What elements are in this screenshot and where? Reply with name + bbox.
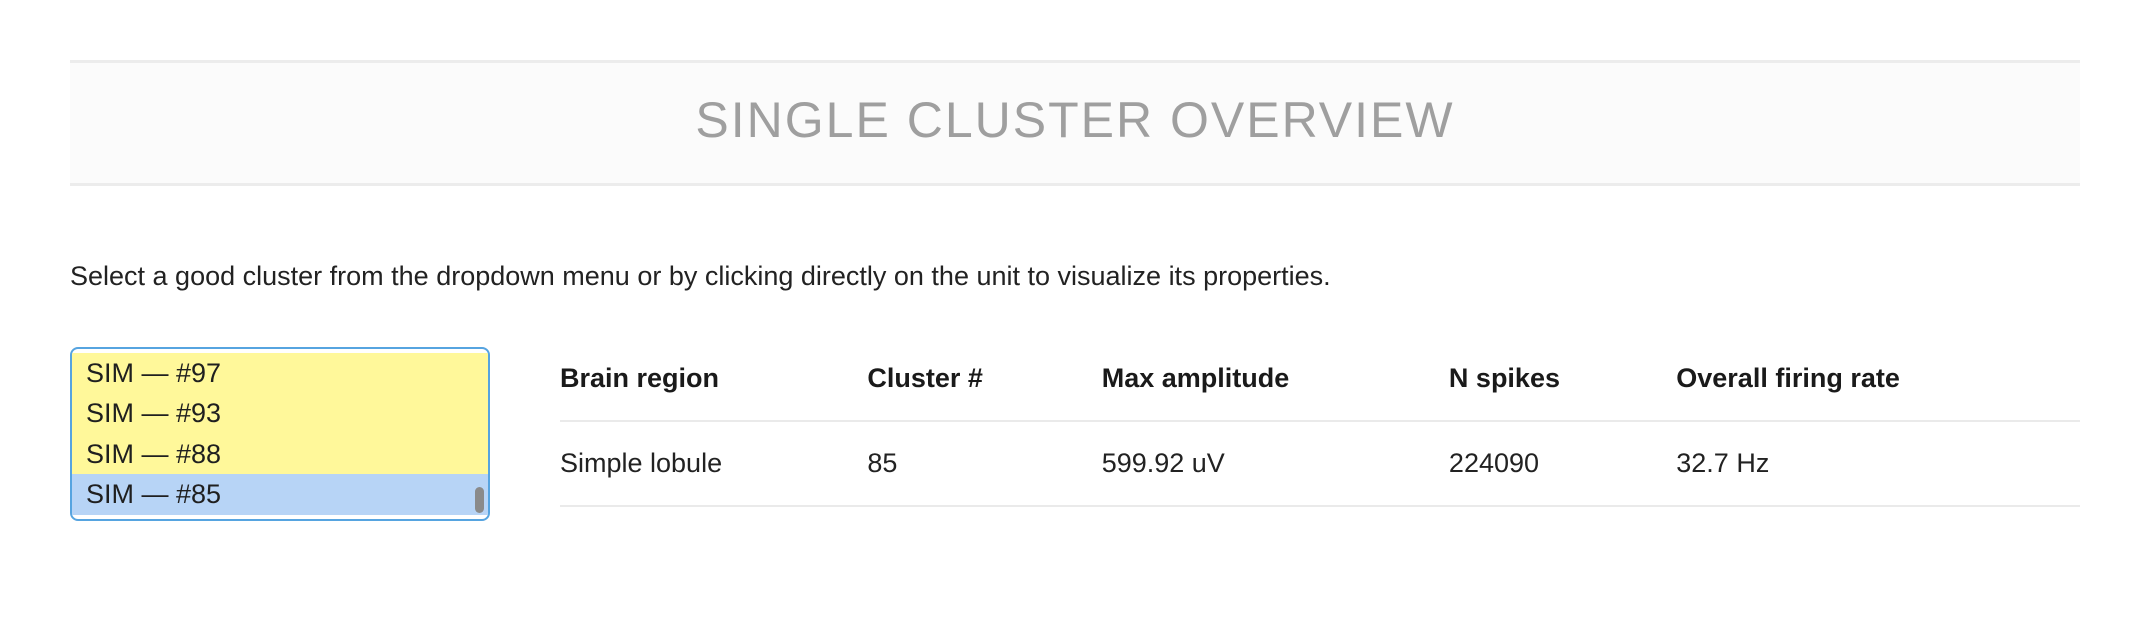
scrollbar-thumb[interactable] bbox=[475, 487, 484, 513]
cell-max-amplitude: 599.92 uV bbox=[1102, 421, 1449, 506]
cell-brain-region: Simple lobule bbox=[560, 421, 867, 506]
col-n-spikes: N spikes bbox=[1449, 347, 1676, 421]
col-max-amplitude: Max amplitude bbox=[1102, 347, 1449, 421]
col-firing-rate: Overall firing rate bbox=[1676, 347, 2080, 421]
col-cluster-num: Cluster # bbox=[867, 347, 1101, 421]
cluster-listbox[interactable]: SIM — #97 SIM — #93 SIM — #88 SIM — #85 bbox=[70, 347, 490, 521]
cluster-option[interactable]: SIM — #88 bbox=[72, 434, 488, 474]
cell-n-spikes: 224090 bbox=[1449, 421, 1676, 506]
cluster-option[interactable]: SIM — #93 bbox=[72, 393, 488, 433]
cluster-option[interactable]: SIM — #97 bbox=[72, 353, 488, 393]
properties-table: Brain region Cluster # Max amplitude N s… bbox=[560, 347, 2080, 507]
cell-firing-rate: 32.7 Hz bbox=[1676, 421, 2080, 506]
table-header-row: Brain region Cluster # Max amplitude N s… bbox=[560, 347, 2080, 421]
cluster-option-selected[interactable]: SIM — #85 bbox=[72, 474, 488, 514]
section-title: SINGLE CLUSTER OVERVIEW bbox=[70, 91, 2080, 149]
col-brain-region: Brain region bbox=[560, 347, 867, 421]
cell-cluster-num: 85 bbox=[867, 421, 1101, 506]
table-row: Simple lobule 85 599.92 uV 224090 32.7 H… bbox=[560, 421, 2080, 506]
section-banner: SINGLE CLUSTER OVERVIEW bbox=[70, 60, 2080, 186]
instruction-text: Select a good cluster from the dropdown … bbox=[70, 261, 2080, 292]
